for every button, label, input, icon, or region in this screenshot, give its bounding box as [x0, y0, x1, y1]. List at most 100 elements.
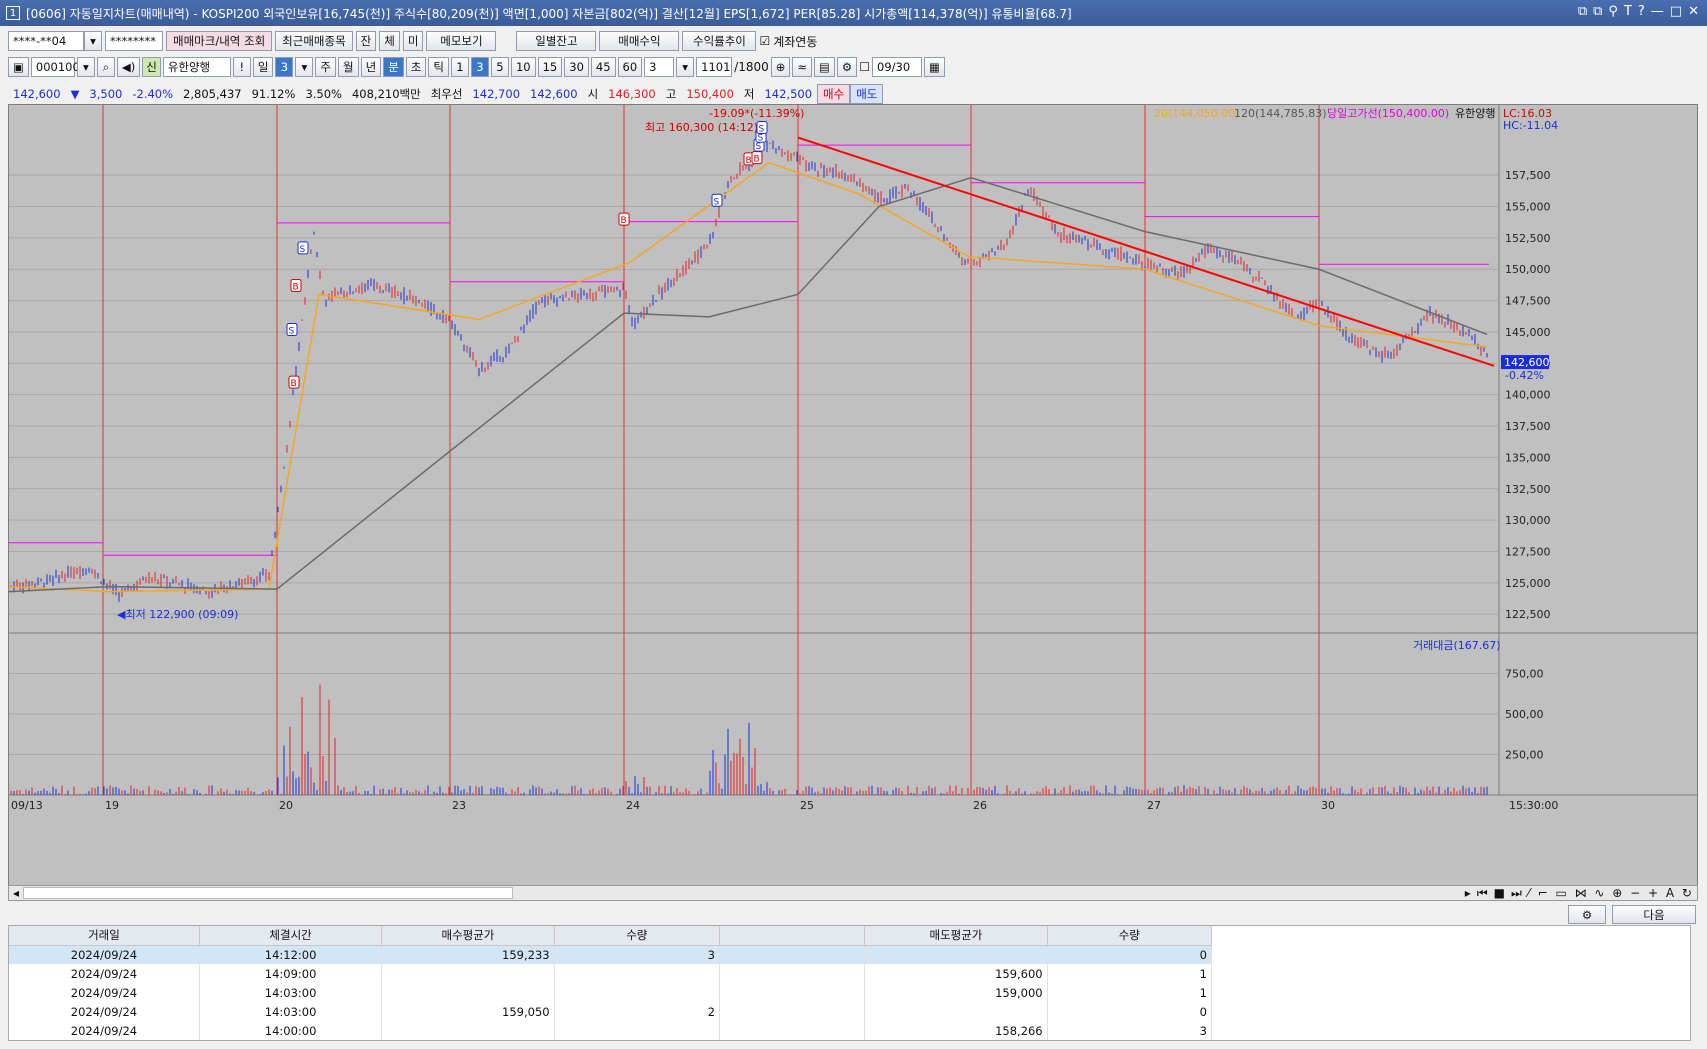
annotation-high: 최고 160,300 (14:12) — [645, 121, 758, 134]
trade-profit-button[interactable]: 매매수익 — [599, 31, 680, 51]
daily-balance-button[interactable]: 일별잔고 — [516, 31, 597, 51]
period-week[interactable]: 주 — [315, 57, 336, 77]
return-trend-button[interactable]: 수익률추이 — [682, 31, 757, 51]
price-tick-label: 137,500 — [1505, 420, 1551, 433]
interval-45[interactable]: 45 — [590, 57, 616, 77]
count-select[interactable]: 3 — [644, 57, 675, 77]
unfilled-button[interactable]: 미 — [402, 31, 424, 51]
price-tick-label: 147,500 — [1505, 295, 1551, 308]
time-tick-label: 26 — [973, 799, 987, 812]
scroll-left-icon[interactable]: ◂ — [9, 886, 23, 900]
best-label: 최우선 — [430, 87, 463, 101]
column-header[interactable]: 매도평균가 — [864, 926, 1048, 946]
day-button[interactable]: 일 — [252, 57, 274, 77]
table-cell: 158,266 — [864, 1021, 1048, 1040]
table-row[interactable]: 2024/09/24 14:09:00 159,600 1 — [9, 964, 1213, 983]
table-row[interactable]: 2024/09/24 14:03:00 159,000 1 — [9, 983, 1213, 1002]
link-checkbox[interactable]: ☑ — [759, 34, 770, 48]
price-tag-pct: -0.42% — [1505, 369, 1544, 382]
period-second[interactable]: 초 — [405, 57, 427, 77]
range-input[interactable]: 1101 — [696, 57, 733, 77]
table-row[interactable]: 2024/09/24 14:12:00 159,233 3 0 — [9, 945, 1213, 964]
table-cell — [719, 983, 866, 1002]
date-checkbox[interactable]: ☐ — [859, 60, 870, 74]
alert-button[interactable]: ! — [232, 57, 251, 77]
date-input[interactable]: 09/30 — [872, 57, 922, 77]
annotation-low: ◀최저 122,900 (09:09) — [117, 608, 238, 621]
table-cell: 2024/09/24 — [9, 1002, 200, 1021]
stock-name[interactable]: 유한양행 — [162, 57, 231, 77]
interval-3[interactable]: 3 — [470, 57, 489, 77]
volume: 2,805,437 — [183, 87, 242, 101]
code-dropdown-icon[interactable]: ▾ — [76, 57, 95, 77]
interval-15[interactable]: 15 — [537, 57, 563, 77]
pattern-icon[interactable]: ≈ — [792, 57, 813, 77]
copy-icon[interactable]: ⧉ — [1593, 4, 1602, 19]
period-minute[interactable]: 분 — [383, 57, 404, 77]
zoom-in-icon[interactable]: ⊕ — [770, 57, 791, 77]
day-dropdown-icon[interactable]: ▾ — [295, 57, 314, 77]
scroll-right-icon[interactable]: ▸ — [1462, 886, 1474, 900]
minimize-icon[interactable]: — — [1651, 4, 1664, 19]
chart-svg[interactable]: 122,500 125,000 127,500 130,000 132,500 135,0… — [8, 105, 1697, 889]
grid-settings-button[interactable]: ⚙ — [1568, 905, 1606, 924]
gear-icon[interactable]: ⚙ — [836, 57, 858, 77]
password-field[interactable]: ******** — [105, 31, 163, 51]
maximize-icon[interactable]: □ — [1670, 4, 1682, 19]
close-icon[interactable]: ✕ — [1688, 4, 1699, 19]
first-icon[interactable]: ⏮ — [1474, 886, 1491, 901]
count-dropdown-icon[interactable]: ▾ — [676, 57, 695, 77]
table-row[interactable]: 2024/09/24 14:00:00 158,266 3 — [9, 1021, 1213, 1040]
price-chart[interactable]: 122,500 125,000 127,500 130,000 132,500 135,0… — [8, 104, 1698, 890]
recent-trades-button[interactable]: 최근매매종목 — [275, 31, 353, 51]
sell-button[interactable]: 매도 — [850, 84, 884, 104]
marker-label: B — [293, 283, 299, 293]
speaker-icon[interactable]: ◀) — [116, 57, 141, 77]
column-header[interactable]: 수량 — [554, 926, 720, 946]
account-dropdown-icon[interactable]: ▾ — [84, 31, 102, 51]
price-tick-label: 145,000 — [1505, 326, 1551, 339]
font-icon[interactable]: T — [1624, 4, 1632, 19]
interval-60[interactable]: 60 — [617, 57, 643, 77]
table-row[interactable]: 2024/09/24 14:03:00 159,050 2 0 — [9, 1002, 1213, 1021]
layout-icon[interactable]: ▣ — [8, 57, 29, 77]
time-end-label: 15:30:00 — [1509, 799, 1558, 812]
interval-1[interactable]: 1 — [450, 57, 469, 77]
chart-scrollbar[interactable]: ◂ ▸ ⏮ ■ ⏭ ⁄ ⌐ ▭ ⋈ ∿ ⊕ − + A ↻ — [8, 885, 1698, 901]
help-icon[interactable]: ? — [1638, 4, 1645, 19]
column-header[interactable]: 매수평균가 — [381, 926, 555, 946]
trade-mark-button[interactable]: 매매마크/내역 조회 — [166, 31, 273, 51]
column-header[interactable]: 거래일 — [9, 926, 200, 946]
legend-day-high: 당일고가선(150,400.00) — [1327, 106, 1449, 120]
pin-icon[interactable]: ⧉ — [1578, 4, 1587, 19]
interval-5[interactable]: 5 — [490, 57, 509, 77]
last-icon[interactable]: ⏭ — [1508, 886, 1525, 901]
scroll-thumb[interactable] — [23, 887, 514, 899]
search-icon[interactable]: ⌕ — [96, 57, 115, 77]
day-count[interactable]: 3 — [275, 57, 294, 77]
next-button[interactable]: 다음 — [1612, 905, 1696, 924]
column-header[interactable]: 수량 — [1047, 926, 1213, 946]
table-cell — [719, 964, 866, 983]
search-icon[interactable]: ⚲ — [1608, 4, 1618, 19]
balance-button[interactable]: 잔 — [355, 31, 377, 51]
save-icon[interactable]: ▤ — [814, 57, 835, 77]
period-year[interactable]: 년 — [360, 57, 382, 77]
stop-icon[interactable]: ■ — [1491, 886, 1508, 900]
drawing-tools-icon[interactable]: ⁄ ⌐ ▭ ⋈ ∿ ⊕ − + A ↻ — [1525, 886, 1697, 900]
calendar-icon[interactable]: ▦ — [924, 57, 945, 77]
interval-10[interactable]: 10 — [510, 57, 536, 77]
period-tick[interactable]: 틱 — [428, 57, 449, 77]
time-tick-label: 19 — [105, 799, 119, 812]
table-cell — [381, 964, 555, 983]
code-input[interactable]: 000100 — [30, 57, 80, 77]
executed-button[interactable]: 체 — [379, 31, 400, 51]
time-tick-label: 23 — [452, 799, 466, 812]
memo-button[interactable]: 메모보기 — [426, 31, 497, 51]
period-month[interactable]: 월 — [338, 57, 359, 77]
column-header[interactable] — [719, 926, 866, 946]
interval-30[interactable]: 30 — [564, 57, 589, 77]
buy-button[interactable]: 매수 — [817, 84, 851, 104]
account-select[interactable]: ****-**04 — [8, 31, 84, 51]
column-header[interactable]: 체결시간 — [199, 926, 383, 946]
